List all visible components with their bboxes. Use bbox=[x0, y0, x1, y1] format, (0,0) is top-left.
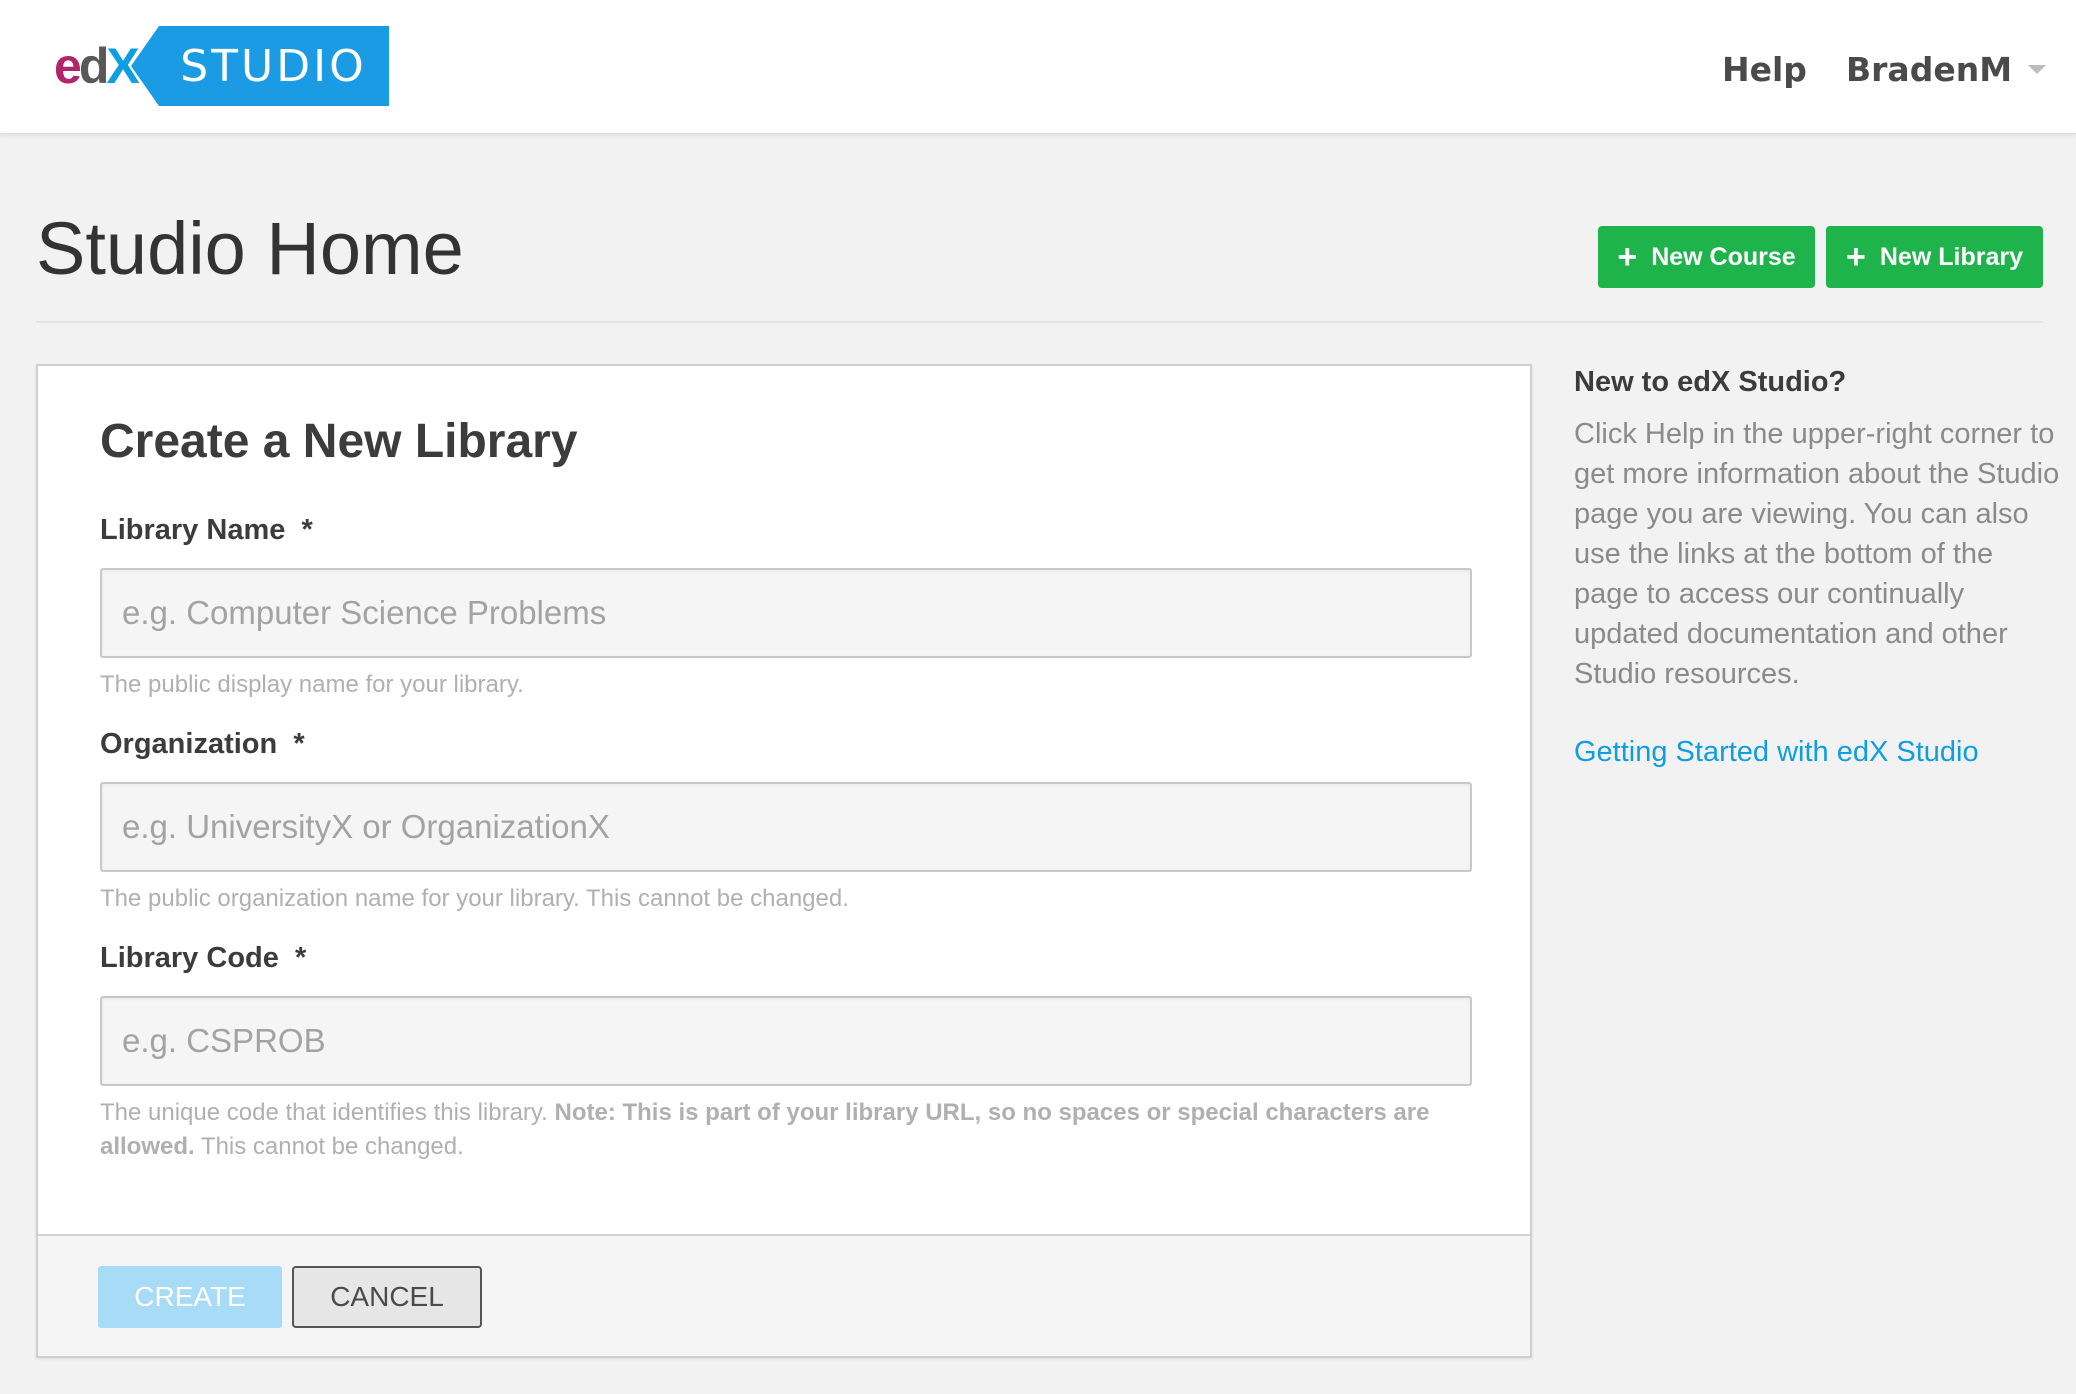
organization-label: Organization * bbox=[100, 728, 305, 760]
library-name-input[interactable] bbox=[100, 568, 1472, 658]
organization-input[interactable] bbox=[100, 782, 1472, 872]
getting-started-link[interactable]: Getting Started with edX Studio bbox=[1574, 736, 1979, 769]
library-code-label: Library Code * bbox=[100, 942, 307, 974]
required-marker: * bbox=[293, 728, 305, 760]
title-divider bbox=[36, 321, 2043, 323]
new-course-label: New Course bbox=[1651, 242, 1796, 271]
form-actions: CREATE CANCEL bbox=[38, 1234, 1530, 1356]
chevron-down-icon bbox=[2028, 65, 2047, 74]
new-library-button[interactable]: + New Library bbox=[1826, 226, 2043, 288]
help-link[interactable]: Help bbox=[1722, 50, 1807, 89]
new-library-label: New Library bbox=[1879, 242, 2023, 271]
create-button[interactable]: CREATE bbox=[98, 1266, 282, 1328]
page-title: Studio Home bbox=[36, 207, 464, 290]
cancel-button[interactable]: CANCEL bbox=[292, 1266, 482, 1328]
plus-icon: + bbox=[1846, 238, 1866, 276]
library-code-input[interactable] bbox=[100, 996, 1472, 1086]
new-course-button[interactable]: + New Course bbox=[1598, 226, 1815, 288]
organization-help: The public organization name for your li… bbox=[100, 885, 849, 912]
user-menu[interactable]: BradenM bbox=[1846, 50, 2047, 89]
form-title: Create a New Library bbox=[100, 415, 578, 468]
plus-icon: + bbox=[1617, 238, 1638, 276]
edx-studio-logo[interactable]: edX STUDIO bbox=[54, 26, 389, 106]
top-bar: edX STUDIO Help BradenM bbox=[0, 0, 2076, 135]
library-name-help: The public display name for your library… bbox=[100, 671, 524, 698]
studio-logo-label: STUDIO bbox=[130, 26, 389, 106]
username-label: BradenM bbox=[1846, 50, 2013, 89]
create-library-form: Create a New Library Library Name * The … bbox=[36, 364, 1532, 1358]
required-marker: * bbox=[295, 942, 307, 974]
required-marker: * bbox=[301, 514, 313, 546]
sidebar-body: Click Help in the upper-right corner to … bbox=[1574, 418, 2060, 690]
edx-logo: edX bbox=[54, 38, 140, 94]
library-code-help: The unique code that identifies this lib… bbox=[100, 1099, 1430, 1160]
library-name-label: Library Name * bbox=[100, 514, 313, 546]
sidebar-title: New to edX Studio? bbox=[1574, 366, 1847, 398]
